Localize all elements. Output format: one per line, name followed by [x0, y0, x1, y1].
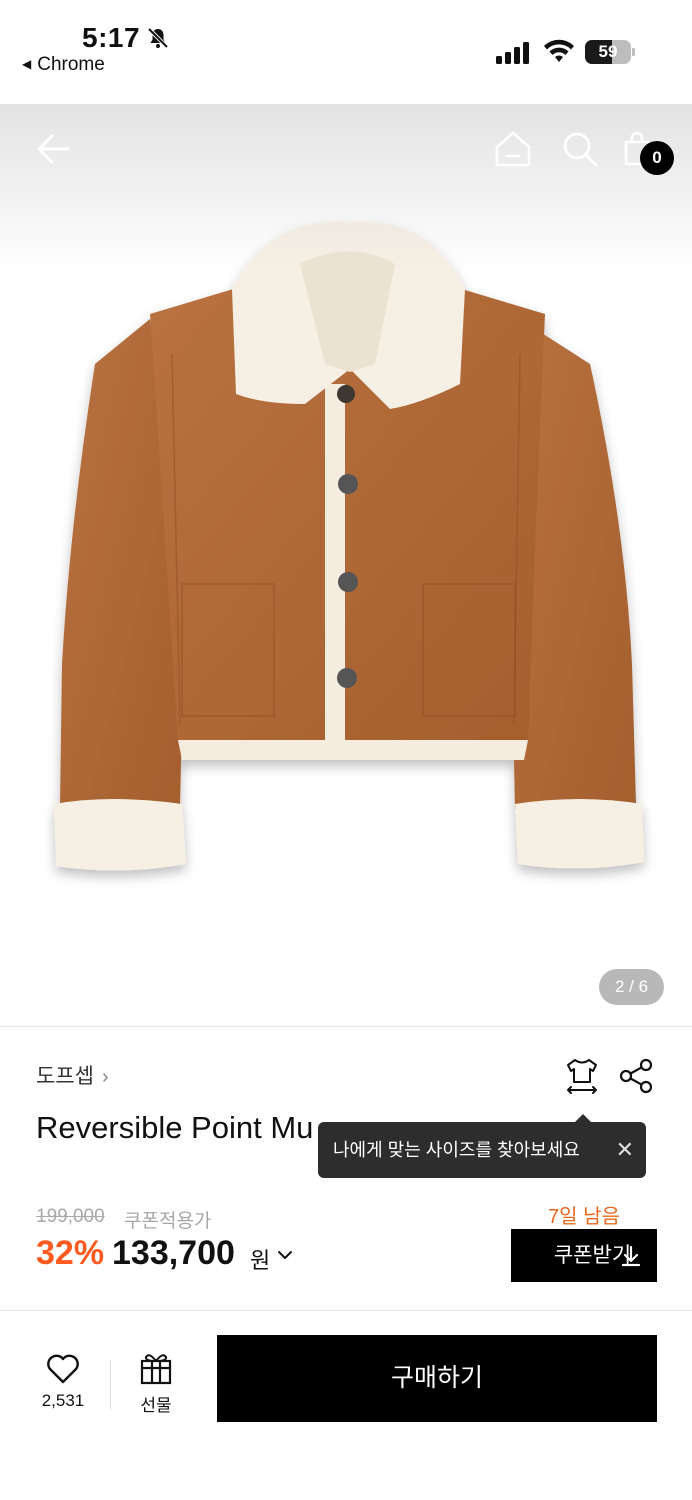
back-app-label: Chrome: [37, 54, 105, 75]
size-guide-tooltip[interactable]: 나에게 맞는 사이즈를 찾아보세요 ✕: [318, 1114, 646, 1178]
buy-button[interactable]: 구매하기: [217, 1335, 657, 1422]
chevron-down-icon[interactable]: [276, 1246, 294, 1264]
battery-nub: [632, 48, 635, 56]
tooltip-arrow: [574, 1114, 592, 1123]
battery-percent: 59: [598, 42, 618, 61]
divider: [0, 1310, 692, 1311]
get-coupon-button[interactable]: 쿠폰받기: [511, 1229, 657, 1282]
signal-icon: [496, 42, 529, 64]
status-time: 5:17: [82, 22, 141, 53]
share-icon[interactable]: [618, 1058, 654, 1094]
brand-name: 도프셉: [36, 1065, 94, 1088]
cart-count-badge: 0: [640, 141, 674, 175]
size-guide-icon[interactable]: [562, 1056, 602, 1096]
gallery-page-indicator: 2 / 6: [599, 969, 664, 1005]
brand-link[interactable]: 도프셉 ›: [36, 1060, 109, 1090]
sale-price: 133,700: [112, 1234, 235, 1272]
coupon-button-label: 쿠폰받기: [553, 1244, 632, 1267]
battery-icon: 59: [585, 40, 635, 64]
back-to-app[interactable]: ◀ Chrome: [22, 54, 105, 76]
gift-icon: [140, 1354, 172, 1385]
bell-slash-icon: [147, 27, 169, 49]
download-icon: [621, 1245, 641, 1267]
discount-rate: 32%: [36, 1234, 105, 1272]
divider: [0, 1026, 692, 1027]
wifi-icon: [544, 39, 574, 62]
like-count: 2,531: [41, 1391, 85, 1410]
back-triangle-icon: ◀: [22, 57, 32, 71]
close-icon[interactable]: ✕: [616, 1122, 634, 1178]
currency-unit: 원: [250, 1248, 271, 1273]
coupon-price-label: 쿠폰적용가: [124, 1211, 212, 1232]
status-bar: 5:17 ◀ Chrome 59: [0, 0, 692, 104]
original-price: 199,000: [36, 1206, 105, 1227]
search-icon[interactable]: [561, 130, 599, 168]
heart-icon: [47, 1354, 79, 1384]
product-title: Reversible Point Mu: [36, 1110, 314, 1145]
gift-label: 선물: [140, 1396, 172, 1415]
chevron-right-icon: ›: [101, 1066, 109, 1088]
coupon-days-left: 7일 남음: [548, 1206, 620, 1228]
tooltip-text: 나에게 맞는 사이즈를 찾아보세요: [333, 1140, 580, 1160]
product-image-gallery[interactable]: [0, 104, 692, 1026]
back-arrow-icon[interactable]: [34, 130, 72, 168]
home-icon[interactable]: [494, 130, 532, 168]
divider: [110, 1360, 111, 1410]
